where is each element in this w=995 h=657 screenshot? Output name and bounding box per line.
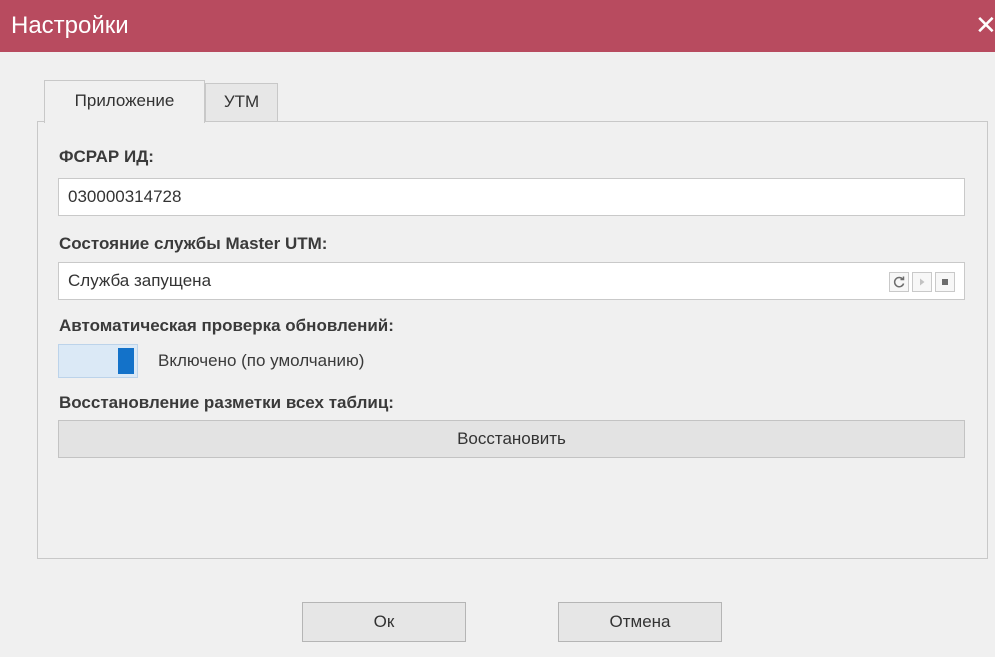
stop-icon[interactable] [935, 272, 955, 292]
toggle-knob [118, 348, 134, 374]
fsrar-id-input[interactable] [58, 178, 965, 216]
settings-dialog: Настройки ✕ Приложение УТМ ФСРАР ИД: Сос… [0, 0, 995, 657]
service-status-label: Состояние службы Master UTM: [59, 234, 328, 253]
tab-application[interactable]: Приложение [44, 80, 205, 123]
fsrar-id-label: ФСРАР ИД: [59, 147, 154, 166]
auto-update-status: Включено (по умолчанию) [158, 351, 365, 370]
cancel-button[interactable]: Отмена [558, 602, 722, 642]
title-bar[interactable]: Настройки ✕ [0, 0, 995, 52]
service-status-value: Служба запущена [68, 271, 212, 290]
tab-utm[interactable]: УТМ [205, 83, 278, 121]
refresh-icon[interactable] [889, 272, 909, 292]
ok-button[interactable]: Ок [302, 602, 466, 642]
dialog-title: Настройки [11, 12, 129, 39]
service-status-field: Служба запущена [58, 262, 965, 300]
restore-button[interactable]: Восстановить [58, 420, 965, 458]
close-icon[interactable]: ✕ [975, 10, 995, 40]
service-controls [886, 272, 955, 292]
play-icon[interactable] [912, 272, 932, 292]
restore-layout-label: Восстановление разметки всех таблиц: [59, 393, 394, 412]
auto-update-label: Автоматическая проверка обновлений: [59, 316, 394, 335]
auto-update-toggle[interactable] [58, 344, 138, 378]
